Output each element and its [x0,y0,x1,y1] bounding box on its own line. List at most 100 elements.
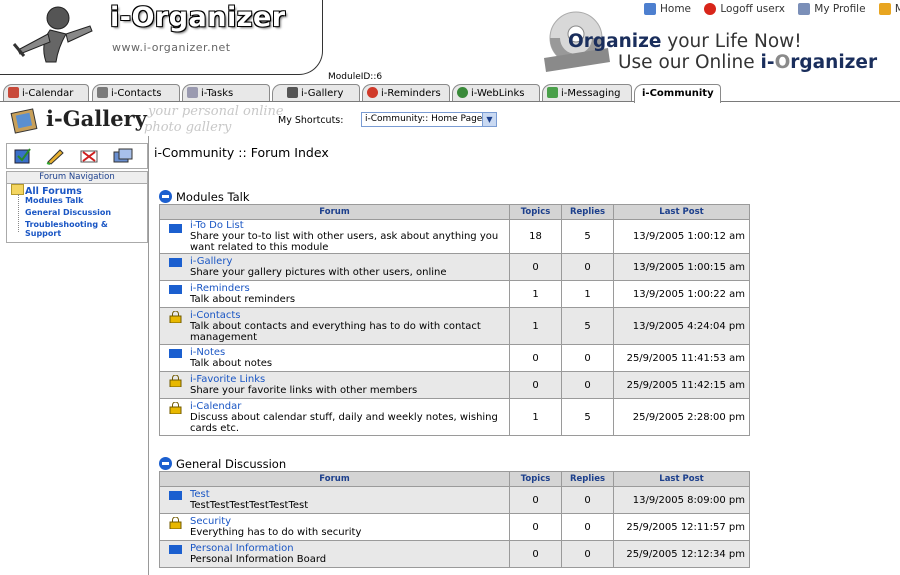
section-header-modules-talk[interactable]: Modules Talk [159,190,250,204]
gallery-icon [287,87,298,98]
forum-link[interactable]: i-Notes [190,347,509,358]
lock-icon [169,401,182,415]
messages-icon[interactable] [113,147,133,165]
tagline2-start: Use our Online [618,52,761,73]
replies-cell: 5 [561,219,614,254]
topics-cell: 0 [509,486,562,514]
lock-icon [169,516,182,530]
last-post-cell: 13/9/2005 1:00:22 am [613,280,750,308]
logoff-icon [704,3,717,15]
forum-cell: i-Calendar Discuss about calendar stuff, … [159,398,510,436]
last-post-cell: 25/9/2005 11:42:15 am [613,371,750,399]
section-title: General Discussion [176,457,287,471]
reminders-icon [367,87,378,98]
table-row: Security Everything has to do with securi… [159,513,750,541]
tab-messaging[interactable]: i-Messaging [542,84,632,101]
column-header-topics: Topics [509,204,562,220]
forum-link[interactable]: Test [190,489,509,500]
nav-item-modules-talk[interactable]: Modules Talk [25,196,83,205]
forum-link[interactable]: i-Reminders [190,283,509,294]
app-logo-panel: i-Organizer www.i-organizer.net [0,0,323,75]
forum-link[interactable]: i-Calendar [190,401,509,412]
topics-cell: 0 [509,371,562,399]
section-collapse-icon[interactable] [159,190,172,203]
topics-cell: 0 [509,344,562,372]
replies-cell: 0 [561,253,614,281]
nav-item-troubleshooting[interactable]: Troubleshooting & [25,220,108,229]
topics-cell: 18 [509,219,562,254]
last-post-cell: 25/9/2005 12:11:57 pm [613,513,750,541]
shortcuts-select[interactable]: i-Community:: Home Page ▼ [361,112,497,127]
topics-cell: 1 [509,307,562,345]
tagline2-i: i- [760,52,775,73]
tab-tasks[interactable]: i-Tasks [182,84,270,101]
forum-description: Everything has to do with security [190,527,362,538]
section-collapse-icon[interactable] [159,457,172,470]
forum-cell: i-Contacts Talk about contacts and everyt… [159,307,510,345]
topics-cell: 1 [509,280,562,308]
last-post-cell: 13/9/2005 1:00:12 am [613,219,750,254]
column-header-last-post: Last Post [613,471,750,487]
forum-link[interactable]: Personal Information [190,543,509,554]
last-post-cell: 25/9/2005 12:12:34 pm [613,540,750,568]
logoff-link[interactable]: Logoff userx [704,3,785,15]
last-post-cell: 13/9/2005 4:24:04 pm [613,307,750,345]
new-topic-icon[interactable] [13,147,33,165]
tab-tasks-label: i-Tasks [201,88,234,99]
chevron-down-icon[interactable]: ▼ [482,113,496,126]
forum-description: Share your gallery pictures with other u… [190,267,447,278]
tab-calendar[interactable]: i-Calendar [3,84,89,101]
nav-item-general-discussion[interactable]: General Discussion [25,208,111,217]
tab-community[interactable]: i-Community [634,84,721,103]
tab-weblinks[interactable]: i-WebLinks [452,84,540,101]
tab-reminders[interactable]: i-Reminders [362,84,450,101]
forum-description: Talk about contacts and everything has t… [190,320,481,343]
replies-cell: 5 [561,398,614,436]
nav-tree-line [18,194,19,232]
home-icon [644,3,656,15]
lock-icon [169,374,182,388]
forum-table-general-discussion: Forum Topics Replies Last Post Test TestT… [159,471,750,568]
my-folder-link[interactable]: My [878,3,900,15]
column-header-forum: Forum [159,471,510,487]
edit-icon[interactable] [45,147,65,165]
my-profile-link[interactable]: My Profile [798,3,866,15]
column-header-last-post: Last Post [613,204,750,220]
delete-mail-icon[interactable] [79,147,99,165]
replies-cell: 0 [561,486,614,514]
top-links-bar: Home Logoff userx My Profile My [644,3,900,18]
forum-navigation-panel: Forum Navigation All Forums Modules Talk… [6,171,148,243]
home-link[interactable]: Home [644,3,691,15]
forum-link[interactable]: i-Gallery [190,256,509,267]
tagline2-o: O [774,52,791,73]
tab-gallery[interactable]: i-Gallery [272,84,360,101]
last-post-cell: 13/9/2005 8:09:00 pm [613,486,750,514]
tab-calendar-label: i-Calendar [22,88,74,99]
table-row: Test TestTestTestTestTestTest 0 0 13/9/20… [159,486,750,514]
contacts-icon [97,87,108,98]
tab-community-label: i-Community [642,88,714,99]
forum-description: Personal Information Board [190,554,327,565]
forum-link[interactable]: Security [190,516,509,527]
nav-item-support[interactable]: Support [25,229,61,238]
forum-link[interactable]: i-Favorite Links [190,374,509,385]
tab-weblinks-label: i-WebLinks [471,88,525,99]
replies-cell: 0 [561,371,614,399]
table-row: i-Gallery Share your gallery pictures wit… [159,253,750,281]
last-post-cell: 25/9/2005 2:28:00 pm [613,398,750,436]
globe-icon [457,87,468,98]
my-folder-link-label: My [894,3,900,15]
table-row: i-To Do List Share your to-to list with o… [159,219,750,254]
gallery-subtitle: your personal online photo gallery [144,104,284,136]
topics-cell: 0 [509,540,562,568]
forum-link[interactable]: i-Contacts [190,310,509,321]
sidebar-toolbar [6,143,148,169]
sidebar-divider [148,136,149,575]
tab-contacts[interactable]: i-Contacts [92,84,180,101]
column-header-replies: Replies [561,204,614,220]
table-row: i-Calendar Discuss about calendar stuff, … [159,398,750,436]
section-header-general-discussion[interactable]: General Discussion [159,457,286,471]
forum-table-modules-talk: Forum Topics Replies Last Post i-To Do L… [159,204,750,436]
forum-link[interactable]: i-To Do List [190,220,509,231]
calendar-icon [8,87,19,98]
